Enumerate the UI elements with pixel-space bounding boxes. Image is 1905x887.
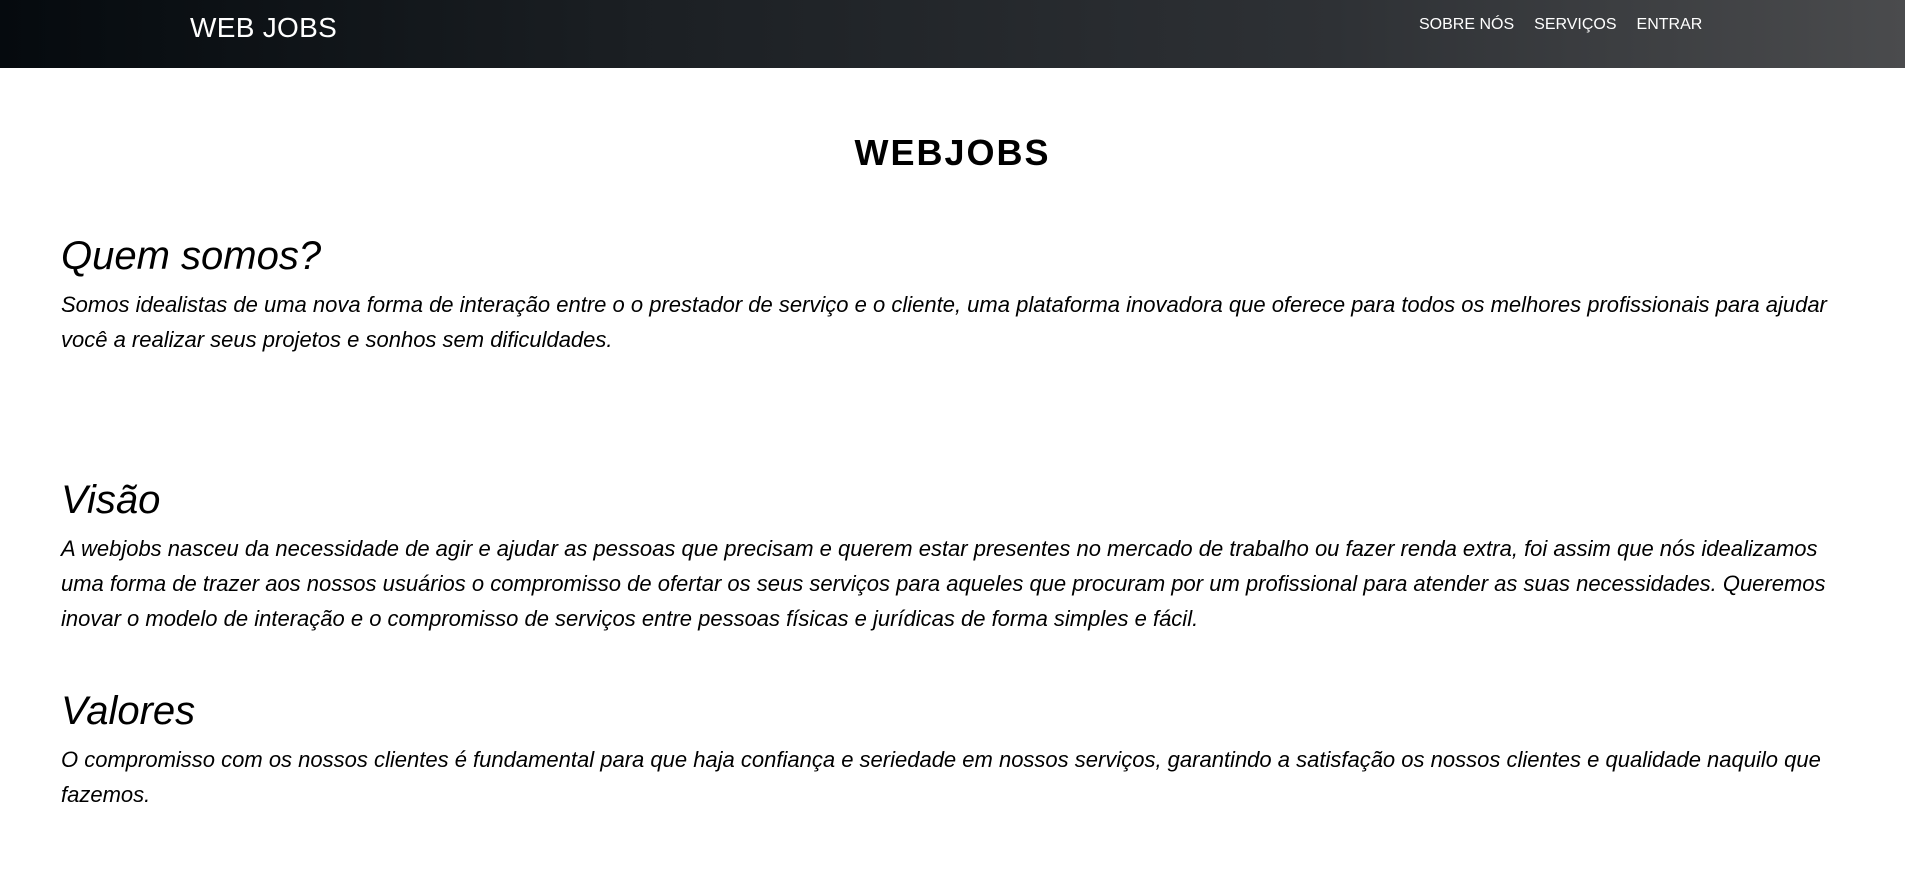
nav-link-servicos[interactable]: SERVIÇOS [1534,16,1616,34]
section-text: Somos idealistas de uma nova forma de in… [61,292,1827,352]
section-heading: Visão [61,478,161,522]
page-title: WEBJOBS [854,132,1051,173]
section-quem-somos: Quem somos? Somos idealistas de uma nova… [61,233,1851,357]
section-text: A webjobs nasceu da necessidade de agir … [61,536,1826,631]
section-heading: Quem somos? [61,234,322,278]
nav-link-entrar[interactable]: ENTRAR [1637,16,1703,34]
section-heading: Valores [61,689,196,733]
nav-links: SOBRE NÓS SERVIÇOS ENTRAR [1419,16,1702,34]
nav-link-sobre-nos[interactable]: SOBRE NÓS [1419,16,1514,34]
top-navbar: WEB JOBS SOBRE NÓS SERVIÇOS ENTRAR [0,0,1905,68]
section-text: O compromisso com os nossos clientes é f… [61,747,1821,807]
section-visao: Visão A webjobs nasceu da necessidade de… [61,477,1851,636]
brand-logo-link[interactable]: WEB JOBS [190,12,337,44]
section-valores: Valores O compromisso com os nossos clie… [61,688,1851,812]
